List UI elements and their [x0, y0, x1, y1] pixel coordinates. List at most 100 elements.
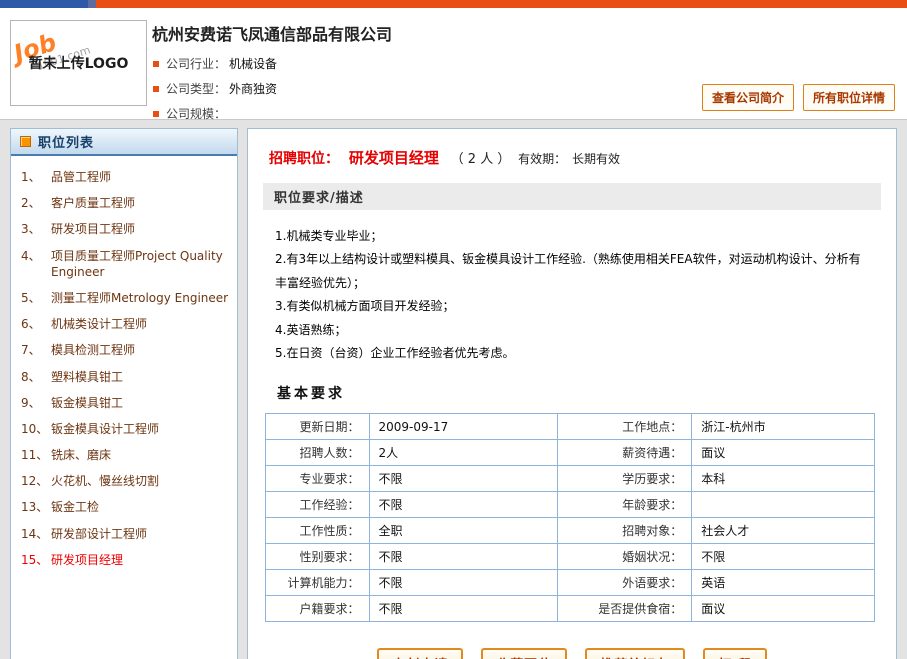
requirement-value: 本科	[692, 466, 875, 492]
requirement-value: 不限	[369, 544, 558, 570]
requirement-label: 性别要求：	[266, 544, 370, 570]
requirements-section-header: 职位要求/描述	[263, 183, 881, 210]
company-size-row: 公司规模：	[153, 101, 277, 126]
company-fields: 公司行业： 机械设备 公司类型： 外商独资 公司规模：	[153, 51, 277, 126]
job-item-number: 5、	[21, 290, 51, 306]
job-item-label: 钣金工检	[51, 499, 99, 515]
header-buttons: 查看公司简介 所有职位详情	[702, 84, 895, 111]
field-label: 公司行业：	[166, 55, 226, 72]
job-item-number: 1、	[21, 169, 51, 185]
requirement-row: 更新日期：2009-09-17工作地点：浙江-杭州市	[266, 414, 875, 440]
apply-now-button[interactable]: 立刻申请	[377, 648, 463, 659]
job-headcount: （ 2 人 ）	[451, 152, 511, 167]
job-list-item[interactable]: 9、钣金模具钳工	[21, 395, 229, 411]
company-name: 杭州安费诺飞凤通信部品有限公司	[152, 21, 392, 45]
job-item-label: 研发部设计工程师	[51, 526, 147, 542]
company-industry-row: 公司行业： 机械设备	[153, 51, 277, 76]
job-item-number: 10、	[21, 421, 51, 437]
job-item-number: 7、	[21, 342, 51, 358]
requirement-label: 薪资待遇：	[558, 440, 692, 466]
job-list-item[interactable]: 14、研发部设计工程师	[21, 526, 229, 542]
requirement-label: 工作经验：	[266, 492, 370, 518]
description-line: 2.有3年以上结构设计或塑料模具、钣金模具设计工作经验.（熟练使用相关FEA软件…	[275, 248, 862, 295]
job-item-label: 模具检测工程师	[51, 342, 135, 358]
accent-orange-segment	[96, 0, 907, 8]
job-list-item[interactable]: 10、钣金模具设计工程师	[21, 421, 229, 437]
requirement-value: 面议	[692, 440, 875, 466]
bullet-icon	[153, 61, 159, 67]
requirement-label: 婚姻状况：	[558, 544, 692, 570]
basic-requirements-title: 基本要求	[277, 383, 881, 403]
requirement-value	[692, 492, 875, 518]
job-list-item[interactable]: 15、研发项目经理	[21, 552, 229, 568]
accent-mid-segment	[88, 0, 96, 8]
requirement-value: 不限	[692, 544, 875, 570]
company-logo-placeholder: Job 1001.com 暂未上传LOGO	[10, 20, 147, 106]
requirement-value: 浙江-杭州市	[692, 414, 875, 440]
validity-value: 长期有效	[572, 152, 620, 166]
field-value: 机械设备	[229, 55, 277, 72]
requirement-label: 工作地点：	[558, 414, 692, 440]
description-line: 5.在日资（台资）企业工作经验者优先考虑。	[275, 342, 862, 365]
job-list-item[interactable]: 5、测量工程师Metrology Engineer	[21, 290, 229, 306]
job-list-item[interactable]: 3、研发项目工程师	[21, 221, 229, 237]
requirement-label: 招聘人数：	[266, 440, 370, 466]
job-list-item[interactable]: 1、品管工程师	[21, 169, 229, 185]
requirement-label: 外语要求：	[558, 570, 692, 596]
job-item-label: 客户质量工程师	[51, 195, 135, 211]
job-list-item[interactable]: 12、火花机、慢丝线切割	[21, 473, 229, 489]
job-item-number: 6、	[21, 316, 51, 332]
job-item-number: 4、	[21, 248, 51, 280]
job-item-number: 11、	[21, 447, 51, 463]
requirement-label: 工作性质：	[266, 518, 370, 544]
all-job-details-button[interactable]: 所有职位详情	[803, 84, 895, 111]
description-line: 3.有类似机械方面项目开发经验；	[275, 295, 862, 318]
requirement-value: 2009-09-17	[369, 414, 558, 440]
requirement-value: 不限	[369, 492, 558, 518]
job-item-label: 品管工程师	[51, 169, 111, 185]
validity-label: 有效期：	[518, 152, 566, 166]
field-label: 公司类型：	[166, 80, 226, 97]
job-item-label: 测量工程师Metrology Engineer	[51, 290, 228, 306]
job-list-item[interactable]: 4、项目质量工程师Project Quality Engineer	[21, 248, 229, 280]
job-list-item[interactable]: 7、模具检测工程师	[21, 342, 229, 358]
job-item-number: 9、	[21, 395, 51, 411]
job-item-label: 研发项目工程师	[51, 221, 135, 237]
job-list-item[interactable]: 8、塑料模具钳工	[21, 369, 229, 385]
job-list-item[interactable]: 13、钣金工检	[21, 499, 229, 515]
save-job-button[interactable]: 收藏职位	[481, 648, 567, 659]
company-type-row: 公司类型： 外商独资	[153, 76, 277, 101]
job-list-item[interactable]: 11、铣床、磨床	[21, 447, 229, 463]
no-logo-text: 暂未上传LOGO	[29, 53, 129, 73]
requirement-row: 户籍要求：不限是否提供食宿：面议	[266, 596, 875, 622]
field-value: 外商独资	[229, 80, 277, 97]
action-buttons: 立刻申请 收藏职位 推荐给好友 打 印	[263, 648, 881, 659]
job-list: 1、品管工程师 2、客户质量工程师 3、研发项目工程师 4、项目质量工程师Projec…	[11, 156, 237, 578]
job-item-number: 13、	[21, 499, 51, 515]
job-item-label: 项目质量工程师Project Quality Engineer	[51, 248, 229, 280]
requirement-label: 更新日期：	[266, 414, 370, 440]
view-company-profile-button[interactable]: 查看公司简介	[702, 84, 794, 111]
job-list-title: 职位列表	[38, 132, 94, 151]
requirement-label: 学历要求：	[558, 466, 692, 492]
print-button[interactable]: 打 印	[703, 648, 767, 659]
requirement-value: 不限	[369, 596, 558, 622]
requirement-value: 社会人才	[692, 518, 875, 544]
job-list-item[interactable]: 2、客户质量工程师	[21, 195, 229, 211]
job-item-label: 研发项目经理	[51, 552, 123, 568]
job-item-label: 钣金模具设计工程师	[51, 421, 159, 437]
job-description: 1.机械类专业毕业；2.有3年以上结构设计或塑料模具、钣金模具设计工作经验.（熟…	[263, 210, 868, 365]
job-list-panel: 职位列表 1、品管工程师 2、客户质量工程师 3、研发项目工程师 4、项目质量工程师P…	[10, 128, 238, 659]
job-title: 研发项目经理	[349, 149, 439, 167]
requirement-label: 年龄要求：	[558, 492, 692, 518]
field-label: 公司规模：	[166, 105, 226, 122]
basic-requirements-table: 更新日期：2009-09-17工作地点：浙江-杭州市招聘人数：2人薪资待遇：面议…	[265, 413, 875, 622]
job-item-label: 火花机、慢丝线切割	[51, 473, 159, 489]
list-square-icon	[20, 136, 31, 147]
content-area: 职位列表 1、品管工程师 2、客户质量工程师 3、研发项目工程师 4、项目质量工程师P…	[0, 120, 907, 659]
recommend-to-friend-button[interactable]: 推荐给好友	[585, 648, 685, 659]
requirement-value: 英语	[692, 570, 875, 596]
job-list-item[interactable]: 6、机械类设计工程师	[21, 316, 229, 332]
requirement-value: 2人	[369, 440, 558, 466]
description-line: 1.机械类专业毕业；	[275, 225, 862, 248]
